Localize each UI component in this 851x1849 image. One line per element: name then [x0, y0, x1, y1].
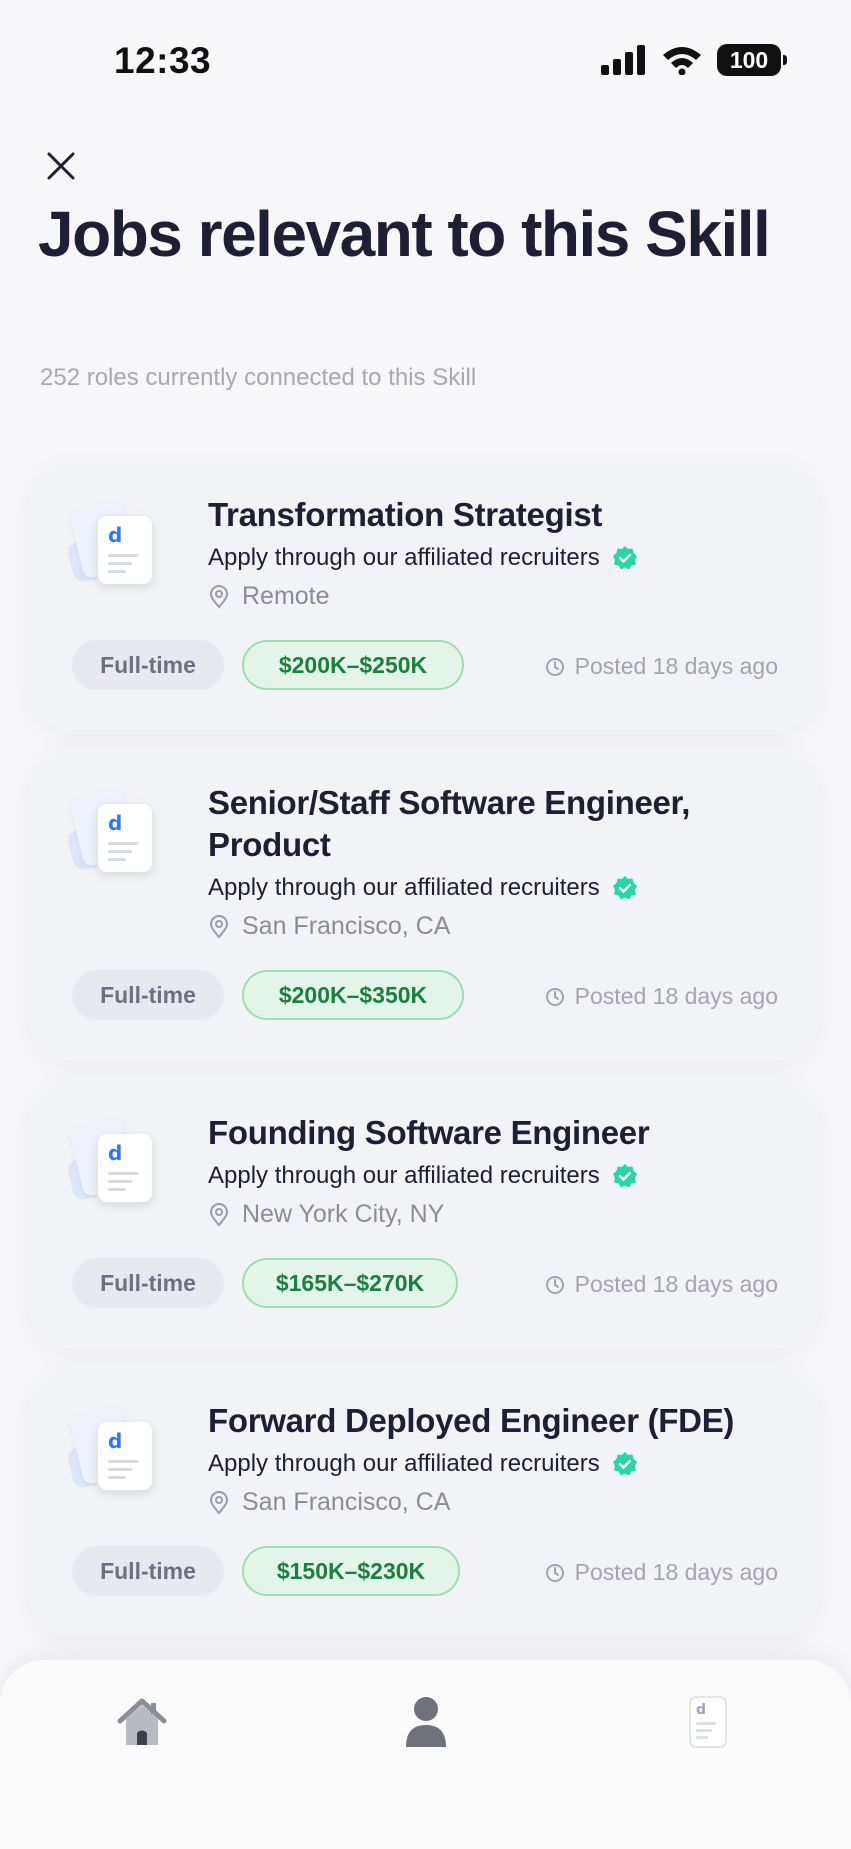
job-location: Remote	[208, 582, 330, 611]
employment-type-tag: Full-time	[72, 1546, 224, 1596]
salary-tag: $200K–$350K	[242, 970, 464, 1020]
cellular-signal-icon	[601, 45, 645, 75]
job-location: San Francisco, CA	[208, 1488, 450, 1517]
location-text: San Francisco, CA	[242, 912, 451, 940]
status-bar: 12:33 100	[0, 0, 851, 120]
job-title[interactable]: Transformation Strategist	[208, 494, 778, 536]
verified-badge-icon	[612, 546, 637, 570]
clock-icon	[545, 987, 564, 1006]
posted-date: Posted 18 days ago	[545, 1559, 778, 1586]
apply-text: Apply through our affiliated recruiters	[208, 544, 600, 571]
house-icon	[117, 1698, 167, 1745]
job-card[interactable]: d Senior/Staff Software Engineer, Produc…	[30, 748, 818, 1060]
apply-info: Apply through our affiliated recruiters	[208, 544, 638, 572]
job-title[interactable]: Senior/Staff Software Engineer, Product	[208, 782, 778, 866]
posted-date: Posted 18 days ago	[545, 1271, 778, 1298]
salary-tag: $165K–$270K	[242, 1258, 458, 1308]
apply-text: Apply through our affiliated recruiters	[208, 1450, 600, 1477]
tab-profile[interactable]	[386, 1682, 466, 1762]
document-icon: d	[689, 1696, 727, 1748]
job-card[interactable]: d Founding Software Engineer Apply throu…	[30, 1078, 818, 1348]
employment-type-tag: Full-time	[72, 970, 224, 1020]
salary-tag: $200K–$250K	[242, 640, 464, 690]
posted-text: Posted 18 days ago	[574, 653, 778, 679]
job-card[interactable]: d Transformation Strategist Apply throug…	[30, 460, 818, 730]
clock-icon	[545, 1275, 564, 1294]
close-button[interactable]	[40, 145, 82, 187]
page-title: Jobs relevant to this Skill	[38, 198, 771, 270]
person-icon	[406, 1697, 446, 1747]
apply-text: Apply through our affiliated recruiters	[208, 874, 600, 901]
company-logo-letter: d	[108, 1141, 123, 1165]
employment-type-tag: Full-time	[72, 1258, 224, 1308]
location-text: San Francisco, CA	[242, 1488, 451, 1516]
page-subtitle: 252 roles currently connected to this Sk…	[40, 364, 477, 391]
location-pin-icon	[209, 1202, 229, 1227]
apply-text: Apply through our affiliated recruiters	[208, 1162, 600, 1189]
tab-jobs[interactable]: d	[668, 1682, 748, 1762]
job-location: New York City, NY	[208, 1200, 444, 1229]
location-text: New York City, NY	[242, 1200, 445, 1228]
posted-text: Posted 18 days ago	[574, 1559, 778, 1585]
bottom-tab-bar: d	[0, 1660, 851, 1849]
apply-info: Apply through our affiliated recruiters	[208, 1162, 638, 1190]
company-logo-letter: d	[108, 523, 123, 547]
company-logo: d	[64, 1404, 164, 1504]
job-card[interactable]: d Forward Deployed Engineer (FDE) Apply …	[30, 1366, 818, 1636]
svg-text:d: d	[696, 1702, 706, 1718]
clock-icon	[545, 657, 564, 676]
company-logo: d	[64, 786, 164, 886]
location-pin-icon	[209, 584, 229, 609]
close-icon	[47, 152, 75, 180]
verified-badge-icon	[612, 1452, 637, 1476]
wifi-icon	[663, 47, 701, 75]
apply-info: Apply through our affiliated recruiters	[208, 874, 638, 902]
status-time: 12:33	[114, 40, 212, 81]
status-icons: 100	[601, 44, 787, 76]
job-title[interactable]: Founding Software Engineer	[208, 1112, 778, 1154]
location-pin-icon	[209, 914, 229, 939]
job-title[interactable]: Forward Deployed Engineer (FDE)	[208, 1400, 778, 1442]
company-logo-letter: d	[108, 1429, 123, 1453]
verified-badge-icon	[612, 876, 637, 900]
posted-date: Posted 18 days ago	[545, 653, 778, 680]
tab-home[interactable]	[102, 1682, 182, 1762]
salary-tag: $150K–$230K	[242, 1546, 460, 1596]
location-text: Remote	[242, 582, 330, 610]
posted-text: Posted 18 days ago	[574, 1271, 778, 1297]
location-pin-icon	[209, 1490, 229, 1515]
company-logo: d	[64, 1116, 164, 1216]
company-logo-letter: d	[108, 811, 123, 835]
posted-text: Posted 18 days ago	[574, 983, 778, 1009]
posted-date: Posted 18 days ago	[545, 983, 778, 1010]
clock-icon	[545, 1563, 564, 1582]
battery-indicator: 100	[717, 44, 787, 76]
employment-type-tag: Full-time	[72, 640, 224, 690]
apply-info: Apply through our affiliated recruiters	[208, 1450, 638, 1478]
verified-badge-icon	[612, 1164, 637, 1188]
job-location: San Francisco, CA	[208, 912, 450, 941]
company-logo: d	[64, 498, 164, 598]
